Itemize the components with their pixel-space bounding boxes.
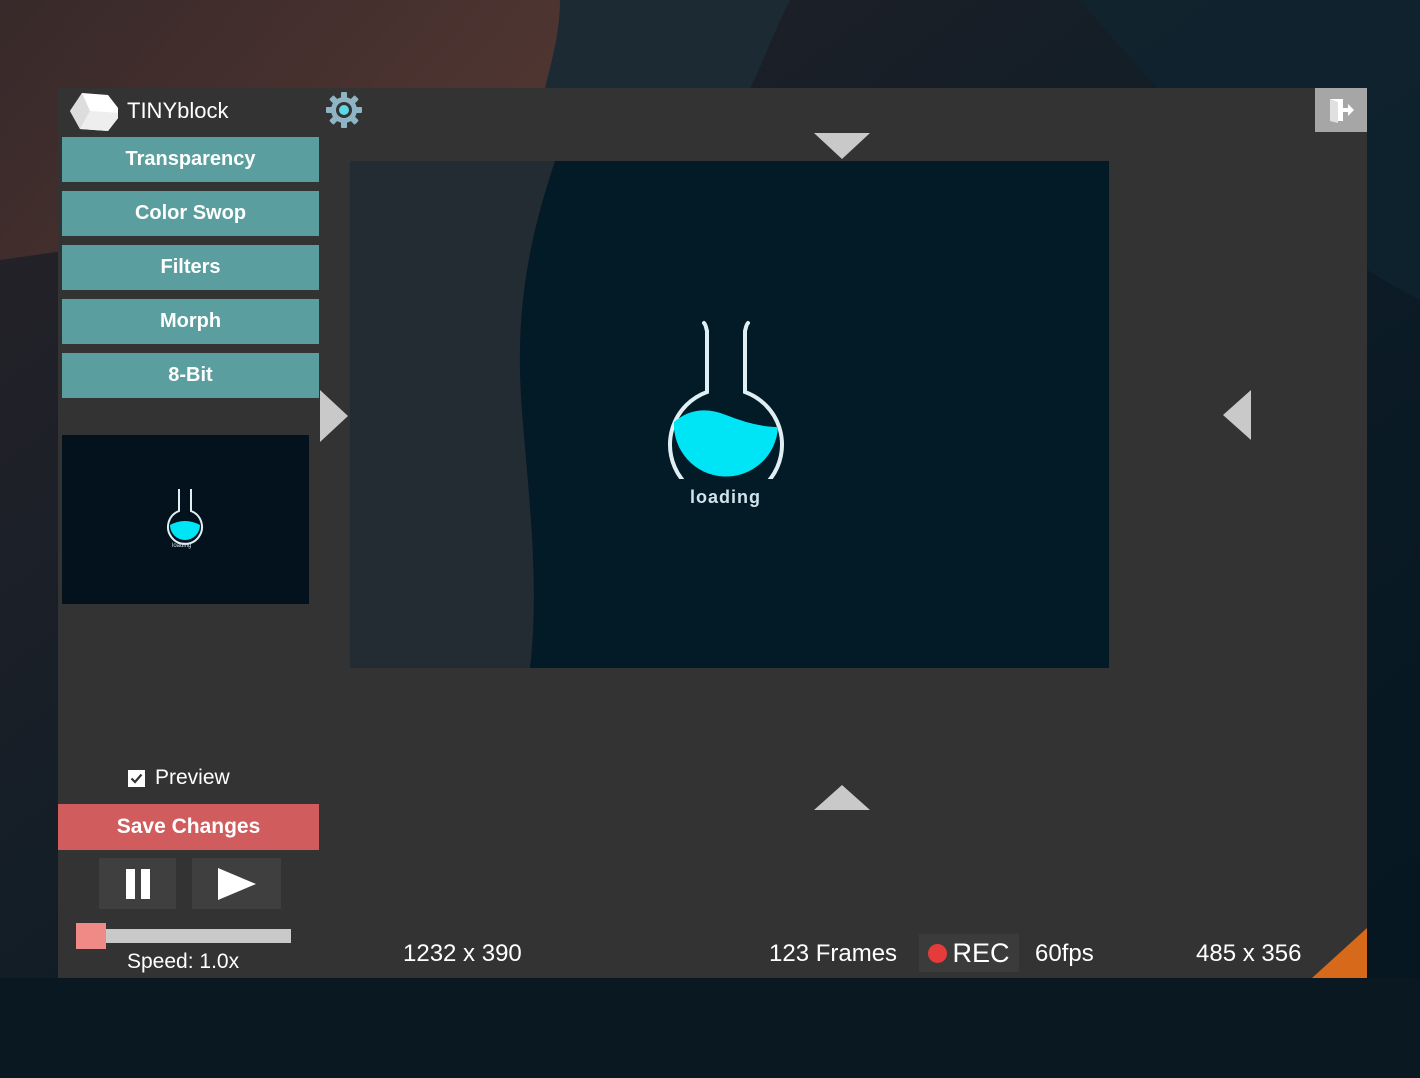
- record-dot-icon: [928, 943, 948, 963]
- thumbnail-loading-text: loading: [172, 543, 192, 549]
- app-window: TINYblock Transparency Color Swop Filter…: [58, 88, 1367, 978]
- morph-button[interactable]: Morph: [62, 299, 319, 344]
- pause-icon: [125, 868, 150, 899]
- flask-icon: [668, 321, 784, 479]
- preview-checkbox[interactable]: [128, 769, 145, 787]
- save-changes-button[interactable]: Save Changes: [58, 804, 319, 850]
- play-button[interactable]: [192, 858, 281, 909]
- preview-label: Preview: [155, 766, 230, 789]
- tinyblock-logo-icon: [70, 93, 118, 131]
- output-size-label: 485 x 356: [1196, 940, 1302, 967]
- filters-button[interactable]: Filters: [62, 245, 319, 290]
- record-button[interactable]: REC: [919, 934, 1019, 972]
- pause-button[interactable]: [99, 858, 176, 909]
- transparency-button[interactable]: Transparency: [62, 137, 319, 182]
- preview-thumbnail: loading: [62, 435, 309, 604]
- gear-icon[interactable]: [324, 90, 364, 130]
- loading-text: loading: [690, 487, 761, 507]
- resize-grip-icon[interactable]: [1312, 928, 1367, 978]
- preview-toggle[interactable]: Preview: [128, 766, 230, 790]
- source-size-label: 1232 x 390: [403, 940, 522, 967]
- checkmark-icon: [130, 773, 143, 784]
- canvas-area: loading: [350, 161, 1109, 668]
- arrow-down-icon[interactable]: [814, 133, 870, 161]
- exit-door-icon: [1330, 99, 1354, 123]
- color-swop-button[interactable]: Color Swop: [62, 191, 319, 236]
- speed-slider-track[interactable]: [78, 929, 291, 943]
- play-icon: [217, 867, 256, 900]
- record-label: REC: [952, 937, 1010, 968]
- 8-bit-button[interactable]: 8-Bit: [62, 353, 319, 398]
- speed-label: Speed: 1.0x: [127, 950, 240, 973]
- exit-button[interactable]: [1315, 88, 1367, 132]
- fps-label: 60fps: [1035, 940, 1094, 967]
- frame-count-label: 123 Frames: [769, 940, 898, 967]
- app-title: TINYblock: [127, 98, 229, 123]
- arrow-left-icon[interactable]: [1223, 390, 1251, 440]
- arrow-up-icon[interactable]: [814, 783, 870, 811]
- speed-slider-handle[interactable]: [76, 923, 106, 949]
- arrow-right-icon[interactable]: [320, 390, 350, 442]
